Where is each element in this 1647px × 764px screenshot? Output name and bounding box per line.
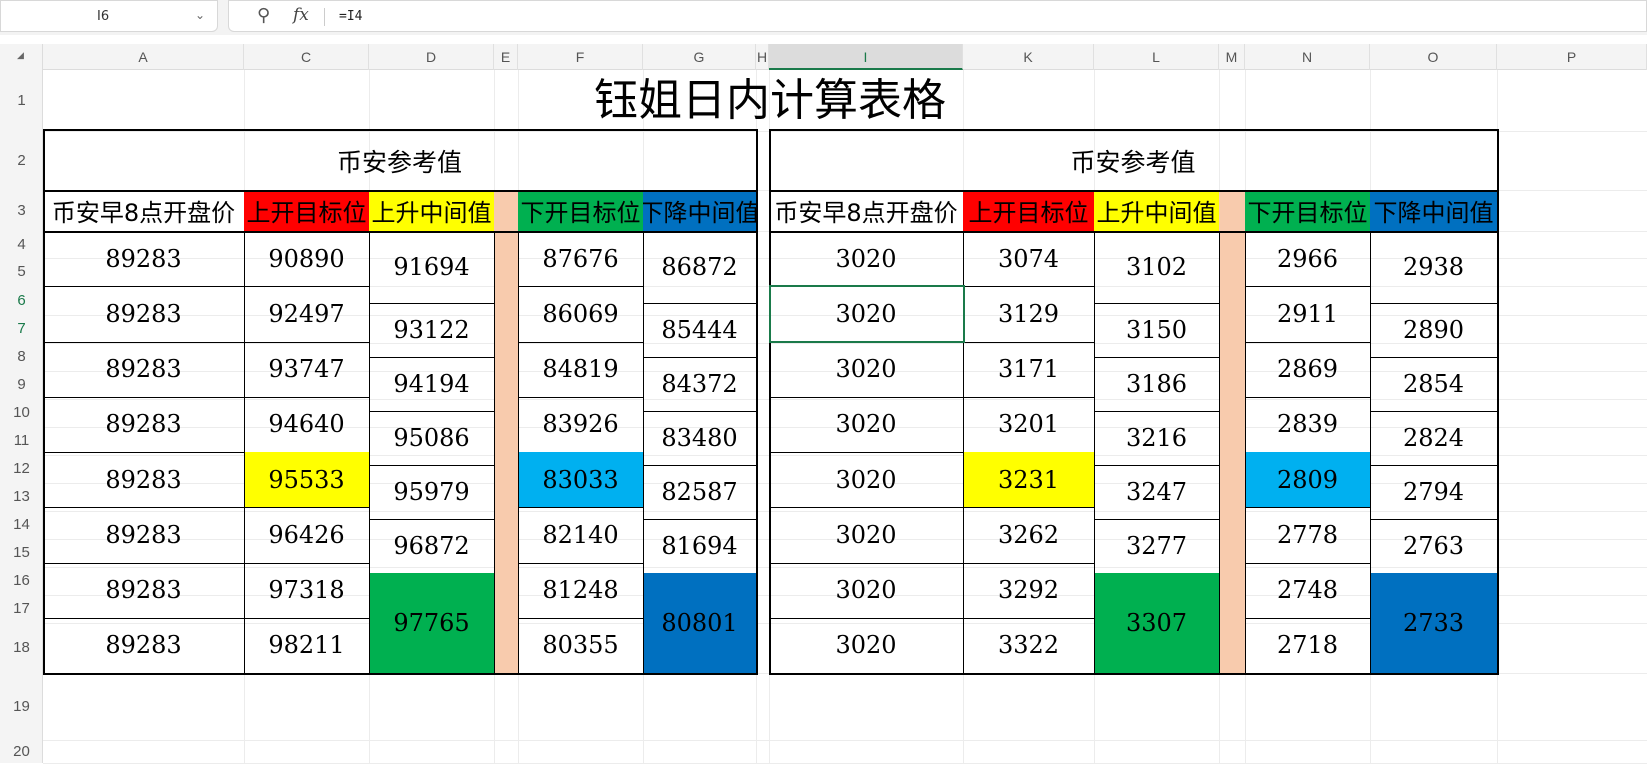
row-header-20[interactable]: 20 xyxy=(0,740,43,763)
table-frame-right xyxy=(769,129,1499,675)
row-header-6[interactable]: 6 xyxy=(0,286,43,315)
column-header-a[interactable]: A xyxy=(43,44,244,70)
row-header-10[interactable]: 10 xyxy=(0,399,43,427)
row-header-15[interactable]: 15 xyxy=(0,539,43,567)
sheet-title[interactable]: 钰姐日内计算表格 xyxy=(43,72,1497,130)
column-header-c[interactable]: C xyxy=(244,44,369,70)
column-header-m[interactable]: M xyxy=(1219,44,1245,70)
row-header-18[interactable]: 18 xyxy=(0,623,43,673)
row-header-2[interactable]: 2 xyxy=(0,131,43,190)
row-header-1[interactable]: 1 xyxy=(0,70,43,131)
formula-text[interactable]: =I4 xyxy=(339,9,362,24)
select-all-corner[interactable]: ◢ xyxy=(0,44,43,70)
column-header-g[interactable]: G xyxy=(643,44,756,70)
row-header-13[interactable]: 13 xyxy=(0,483,43,511)
divider xyxy=(324,8,325,26)
column-header-p[interactable]: P xyxy=(1497,44,1647,70)
row-header-19[interactable]: 19 xyxy=(0,673,43,740)
cell-reference: I6 xyxy=(97,9,110,24)
row-header-4[interactable]: 4 xyxy=(0,231,43,258)
row-header-3[interactable]: 3 xyxy=(0,190,43,231)
row-header-7[interactable]: 7 xyxy=(0,315,43,343)
column-header-o[interactable]: O xyxy=(1370,44,1497,70)
column-header-e[interactable]: E xyxy=(494,44,518,70)
corner-triangle-icon: ◢ xyxy=(17,50,24,60)
name-box[interactable]: I6 ⌄ xyxy=(0,0,218,32)
table-frame-left xyxy=(43,129,758,675)
row-header-5[interactable]: 5 xyxy=(0,258,43,286)
column-header-k[interactable]: K xyxy=(963,44,1094,70)
column-header-f[interactable]: F xyxy=(518,44,643,70)
row-header-17[interactable]: 17 xyxy=(0,595,43,623)
column-header-l[interactable]: L xyxy=(1094,44,1219,70)
row-header-16[interactable]: 16 xyxy=(0,567,43,595)
fx-icon[interactable]: fx xyxy=(293,5,309,25)
row-header-11[interactable]: 11 xyxy=(0,427,43,455)
gridline-horizontal xyxy=(43,740,1647,741)
column-header-h[interactable]: H xyxy=(756,44,769,70)
column-header-i[interactable]: I xyxy=(769,44,963,70)
row-header-8[interactable]: 8 xyxy=(0,343,43,371)
formula-input-area[interactable]: ⚲ fx =I4 xyxy=(228,0,1647,32)
column-header-d[interactable]: D xyxy=(369,44,494,70)
column-header-n[interactable]: N xyxy=(1245,44,1370,70)
active-cell-selection[interactable] xyxy=(769,285,965,343)
zoom-icon[interactable]: ⚲ xyxy=(257,5,270,26)
row-header-14[interactable]: 14 xyxy=(0,511,43,539)
chevron-down-icon[interactable]: ⌄ xyxy=(195,8,205,22)
row-header-12[interactable]: 12 xyxy=(0,455,43,483)
row-header-9[interactable]: 9 xyxy=(0,371,43,399)
